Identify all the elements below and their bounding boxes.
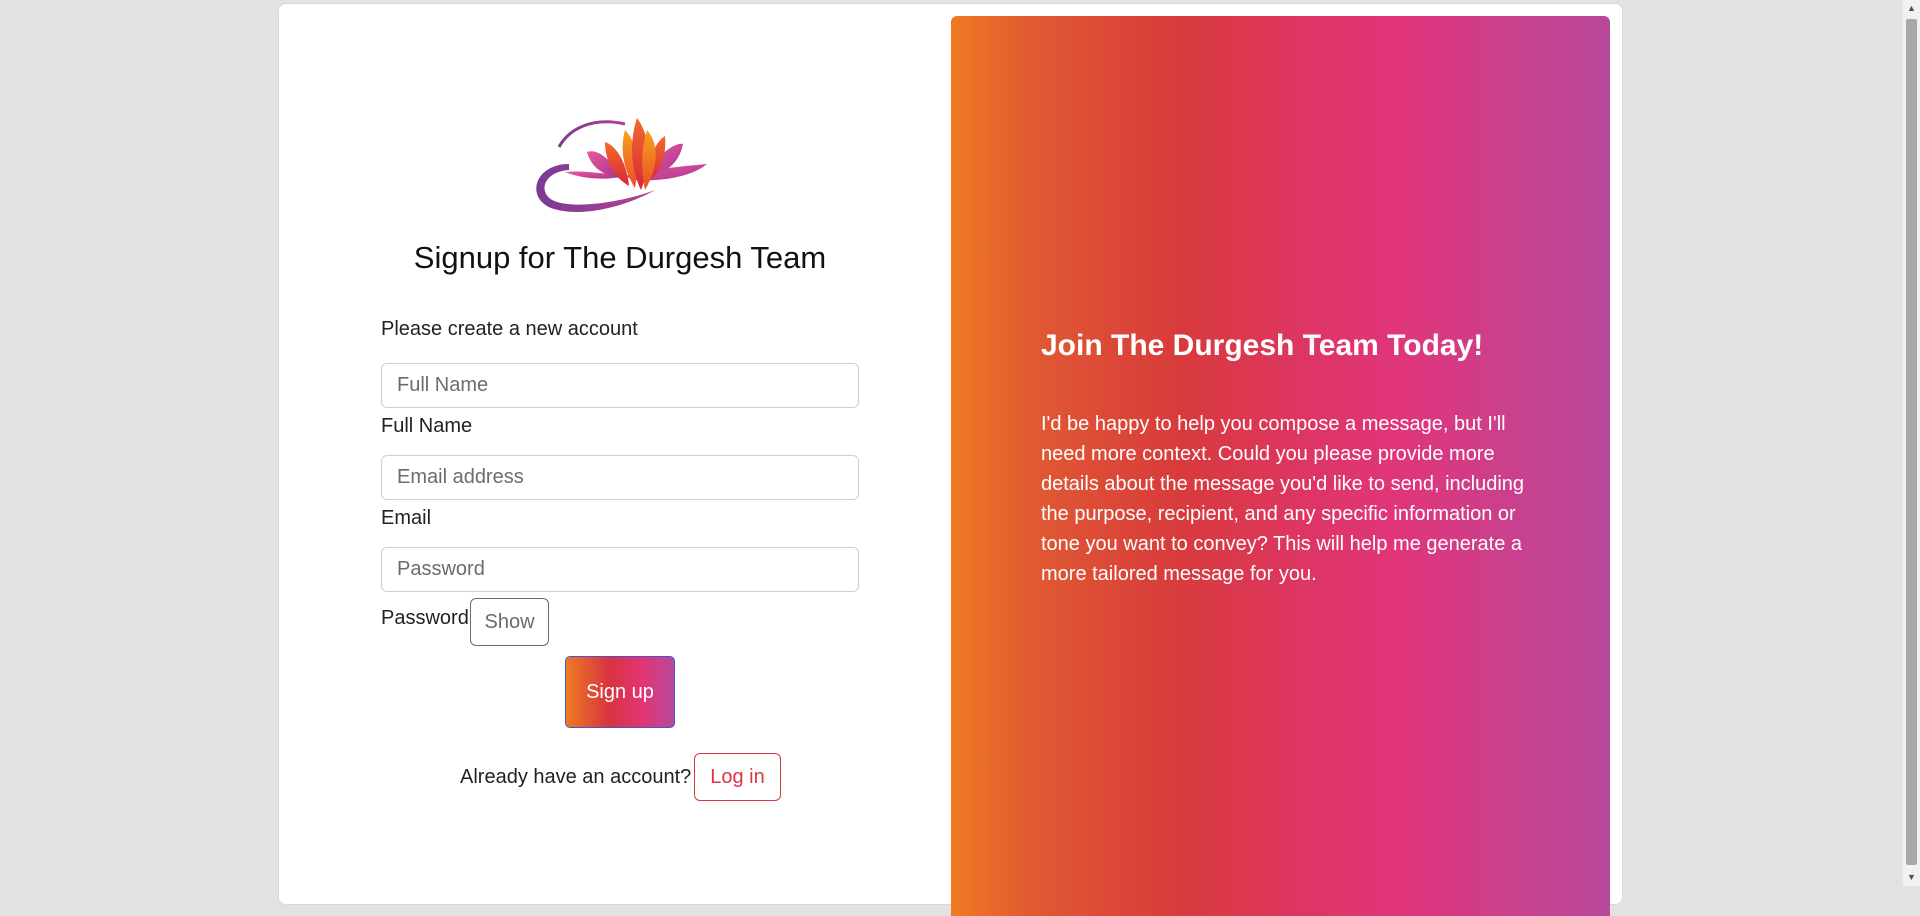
promo-body: I'd be happy to help you compose a messa… <box>1041 413 1525 585</box>
show-password-button[interactable]: Show <box>470 598 549 646</box>
full-name-input[interactable] <box>381 363 859 408</box>
scrollbar-thumb[interactable] <box>1906 19 1917 865</box>
signup-form-panel: Signup for The Durgesh Team Please creat… <box>279 4 951 904</box>
page-scrollbar[interactable]: ▲ ▼ <box>1902 0 1920 886</box>
scroll-down-arrow-icon[interactable]: ▼ <box>1903 869 1920 886</box>
signup-card: Signup for The Durgesh Team Please creat… <box>278 3 1623 916</box>
sign-up-button[interactable]: Sign up <box>565 656 675 728</box>
password-label: Password <box>381 607 469 629</box>
password-input[interactable] <box>381 547 859 592</box>
email-label: Email <box>381 507 432 529</box>
form-subtitle: Please create a new account <box>381 318 638 340</box>
scroll-up-arrow-icon[interactable]: ▲ <box>1903 0 1920 17</box>
already-have-account-text: Already have an account? <box>460 766 692 788</box>
log-in-button[interactable]: Log in <box>694 753 781 801</box>
promo-heading: Join The Durgesh Team Today! <box>1041 329 1484 362</box>
lotus-logo-icon <box>525 112 711 214</box>
promo-panel: Join The Durgesh Team Today! I'd be happ… <box>951 16 1610 916</box>
full-name-label: Full Name <box>381 415 473 437</box>
email-input[interactable] <box>381 455 859 500</box>
page-title: Signup for The Durgesh Team <box>413 240 827 275</box>
